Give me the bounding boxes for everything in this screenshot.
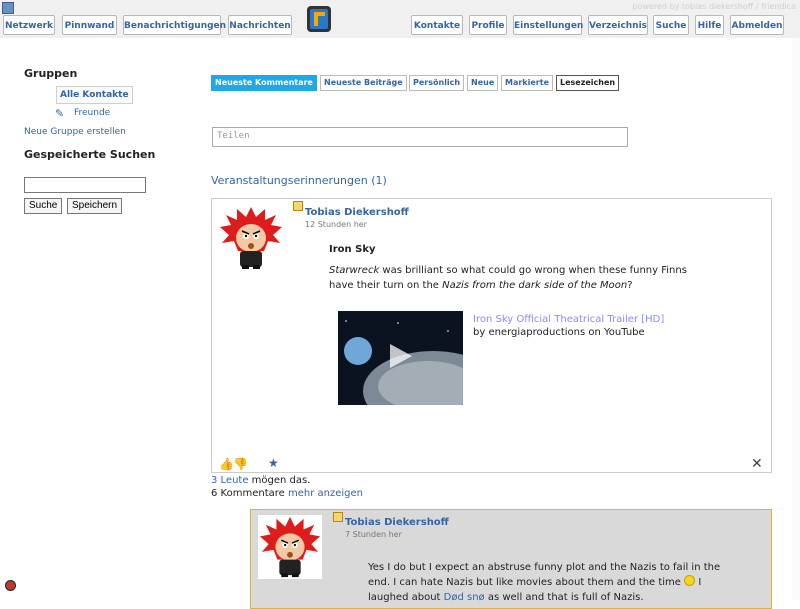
post-body-emphasis: Starwreck [329,265,380,276]
lock-icon [333,512,343,522]
share-textarea[interactable]: Teilen [212,127,628,147]
post-time: 12 Stunden her [305,220,367,229]
comment-time: 7 Stunden her [345,530,402,539]
show-more-comments-link[interactable]: mehr anzeigen [288,488,363,499]
close-icon[interactable]: ✕ [751,456,763,472]
tab-markierte[interactable]: Markierte [501,75,553,91]
likes-line: 3 Leute mögen das. [211,475,310,486]
post-author[interactable]: Tobias Diekershoff [305,207,409,218]
like-icon[interactable]: 👍 [219,457,234,471]
star-icon[interactable]: ★ [268,456,279,470]
search-button[interactable]: Suche [24,198,63,214]
nav-kontakte[interactable]: Kontakte [411,15,463,35]
tab-neueste-beitraege[interactable]: Neueste Beiträge [320,75,407,91]
comment-author[interactable]: Tobias Diekershoff [345,517,449,528]
likes-text: mögen das. [248,475,311,486]
nav-profile[interactable]: Profile [469,15,507,35]
nav-nachrichten[interactable]: Nachrichten [228,15,292,35]
nav-einstellungen[interactable]: Einstellungen [513,15,583,35]
post-title: Iron Sky [329,244,376,255]
video-source: by energiaproductions on YouTube [473,327,645,338]
tab-lesezeichen[interactable]: Lesezeichen [556,75,620,91]
nav-pinnwand[interactable]: Pinnwand [62,15,117,35]
nav-hilfe[interactable]: Hilfe [695,15,724,35]
avatar[interactable] [218,205,284,271]
comments-count: 6 Kommentare [211,488,288,499]
post-body: Starwreck was brilliant so what could go… [329,263,689,293]
groups-heading: Gruppen [24,67,78,80]
group-all-contacts[interactable]: Alle Kontakte [56,86,133,104]
pencil-icon[interactable]: ✎ [55,107,64,120]
comment-text-part: Yes I do but I expect an abstruse funny … [368,562,721,588]
post-body-text: ? [627,280,633,291]
nav-benachrichtigungen[interactable]: Benachrichtigungen [123,15,226,35]
video-title-link[interactable]: Iron Sky Official Theatrical Trailer [HD… [473,314,664,325]
lock-icon [293,201,303,211]
friendica-logo-icon[interactable] [307,6,331,32]
scrollbar[interactable] [792,38,800,600]
comment-text: Yes I do but I expect an abstruse funny … [368,560,738,605]
site-favicon-icon [2,2,14,14]
smiley-icon [684,575,696,586]
nav-suche[interactable]: Suche [653,15,689,35]
top-navigation: powered by tobias diekershoff / friendic… [0,0,800,38]
video-thumbnail[interactable] [338,311,463,405]
new-group-link[interactable]: Neue Gruppe erstellen [24,127,126,137]
likes-link[interactable]: 3 Leute [211,475,249,486]
event-reminders-link[interactable]: Veranstaltungserinnerungen (1) [211,174,387,187]
save-search-button[interactable]: Speichern [67,198,123,214]
comments-line: 6 Kommentare mehr anzeigen [211,488,363,499]
tab-persoenlich[interactable]: Persönlich [409,75,465,91]
header-banner: powered by tobias diekershoff / friendic… [632,2,796,11]
saved-searches-heading: Gespeicherte Suchen [24,148,156,161]
dislike-icon[interactable]: 👎 [233,457,248,471]
tab-neue[interactable]: Neue [467,75,499,91]
nav-verzeichnis[interactable]: Verzeichnis [588,15,648,35]
tab-neueste-kommentare[interactable]: Neueste Kommentare [211,75,317,91]
comment-text-part: as well and that is full of Nazis. [484,592,644,603]
comment-link[interactable]: Død snø [444,592,485,603]
nav-abmelden[interactable]: Abmelden [730,15,784,35]
nav-netzwerk[interactable]: Netzwerk [3,15,55,35]
saved-search-input[interactable] [24,177,146,193]
group-freunde[interactable]: Freunde [74,108,110,118]
avatar[interactable] [258,515,322,579]
ladybug-icon[interactable] [5,580,16,591]
post-body-emphasis: Nazis from the dark side of the Moon [442,280,628,291]
